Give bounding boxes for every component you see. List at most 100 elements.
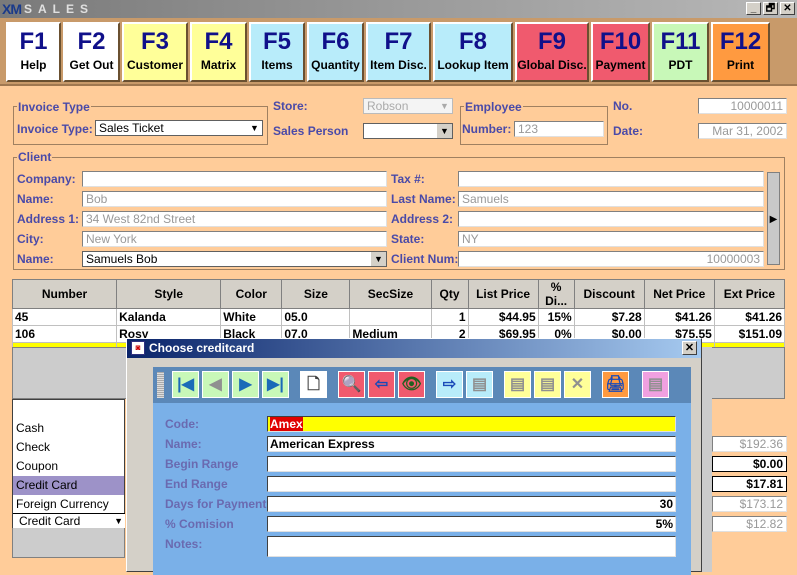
new-document-icon: 🗋 bbox=[307, 376, 320, 393]
table-cell[interactable]: $7.28 bbox=[573, 308, 645, 326]
edit-disabled-button[interactable]: ▤ bbox=[534, 371, 561, 398]
new-document-button[interactable]: 🗋 bbox=[300, 371, 327, 398]
form-field-code[interactable]: Amex bbox=[267, 416, 676, 432]
payment-option[interactable]: Check bbox=[13, 438, 124, 457]
fkey-f5-button[interactable]: F5 Items bbox=[249, 22, 305, 82]
column-header[interactable]: SecSize bbox=[349, 279, 432, 309]
view-button[interactable]: 👁 bbox=[398, 371, 425, 398]
column-header[interactable]: Color bbox=[220, 279, 283, 309]
last-record-button[interactable]: ▶| bbox=[262, 371, 289, 398]
invoice-type-select[interactable]: Sales Ticket ▼ bbox=[95, 120, 263, 136]
fkey-f4-button[interactable]: F4 Matrix bbox=[190, 22, 247, 82]
payment-type-select[interactable]: Credit Card ▼ bbox=[13, 513, 125, 528]
table-cell[interactable]: 1 bbox=[430, 308, 469, 326]
first-record-button[interactable]: |◀ bbox=[172, 371, 199, 398]
fkey-label: Help bbox=[20, 58, 47, 72]
print-button[interactable]: 🖨 bbox=[602, 371, 629, 398]
employee-number-field[interactable]: 123 bbox=[514, 121, 604, 137]
table-cell[interactable]: 15% bbox=[537, 308, 575, 326]
maximize-button[interactable]: 🗗 bbox=[763, 2, 778, 15]
exit-button[interactable]: ⇦ bbox=[368, 371, 395, 398]
payment-option[interactable]: Foreign Currency bbox=[13, 495, 124, 514]
table-row[interactable]: 45 Kalanda White 05.0 1 $44.95 15% $7.28 $41.26 $… bbox=[11, 308, 786, 326]
client-num-field[interactable]: 10000003 bbox=[458, 251, 764, 267]
table-cell[interactable]: 05.0 bbox=[281, 308, 351, 326]
form-field-notes[interactable] bbox=[267, 536, 676, 557]
column-header[interactable]: Number bbox=[11, 279, 118, 309]
form-field-name[interactable]: American Express bbox=[267, 436, 676, 452]
table-cell[interactable]: White bbox=[220, 308, 283, 326]
form-field-end-range[interactable] bbox=[267, 476, 676, 492]
report-disabled-button[interactable]: ▤ bbox=[642, 371, 669, 398]
form-field-comision[interactable]: 5% bbox=[267, 516, 676, 532]
search-button[interactable]: 🔍 bbox=[338, 371, 365, 398]
column-header[interactable]: Style bbox=[116, 279, 222, 309]
sales-person-label: Sales Person bbox=[273, 124, 349, 138]
fkey-f1-button[interactable]: F1 Help bbox=[6, 22, 61, 82]
address2-field[interactable] bbox=[458, 211, 764, 227]
column-header[interactable]: % Di... bbox=[537, 279, 575, 309]
store-select[interactable]: Robson ▼ bbox=[363, 98, 453, 114]
expand-client-button[interactable]: ▶ bbox=[767, 172, 780, 265]
column-header[interactable]: Discount bbox=[573, 279, 645, 309]
form-field-days-for-payment[interactable]: 30 bbox=[267, 496, 676, 512]
fkey-number: F5 bbox=[262, 28, 291, 55]
save-disabled-button[interactable]: ▤ bbox=[504, 371, 531, 398]
table-cell[interactable]: 45 bbox=[11, 308, 118, 326]
fkey-f8-button[interactable]: F8 Lookup Item bbox=[433, 22, 513, 82]
copy-disabled-button[interactable]: ▤ bbox=[466, 371, 493, 398]
fkey-f12-button[interactable]: F12 Print bbox=[711, 22, 770, 82]
table-cell[interactable]: $44.95 bbox=[467, 308, 539, 326]
fkey-f2-button[interactable]: F2 Get Out bbox=[63, 22, 120, 82]
column-header[interactable]: Size bbox=[281, 279, 351, 309]
sales-person-select[interactable]: ▼ bbox=[363, 123, 453, 139]
store-label: Store: bbox=[273, 99, 308, 113]
total-field: $173.12 bbox=[712, 496, 787, 512]
invoice-no-field[interactable]: 10000011 bbox=[698, 98, 787, 114]
column-header[interactable]: List Price bbox=[467, 279, 539, 309]
fkey-f10-button[interactable]: F10 Payment bbox=[591, 22, 650, 82]
fkey-number: F1 bbox=[19, 28, 48, 55]
dialog-title-bar[interactable]: ◙ Choose creditcard ✕ bbox=[127, 339, 701, 358]
toolbar-grip[interactable] bbox=[157, 372, 164, 398]
form-field-begin-range[interactable] bbox=[267, 456, 676, 472]
table-cell[interactable]: $41.26 bbox=[713, 308, 786, 326]
fkey-f6-button[interactable]: F6 Quantity bbox=[307, 22, 364, 82]
payment-option[interactable]: Coupon bbox=[13, 457, 124, 476]
payment-option[interactable]: Cash bbox=[13, 419, 124, 438]
company-field[interactable] bbox=[82, 171, 387, 187]
client-name-select[interactable]: Samuels Bob ▼ bbox=[82, 251, 387, 267]
column-header[interactable]: Net Price bbox=[643, 279, 715, 309]
state-field[interactable]: NY bbox=[458, 231, 764, 247]
address1-field[interactable]: 34 West 82nd Street bbox=[82, 211, 387, 227]
tax-total-field[interactable]: $17.81 bbox=[712, 476, 787, 492]
payment-option[interactable]: Credit Card bbox=[13, 476, 124, 495]
close-button[interactable]: ✕ bbox=[780, 2, 795, 15]
fkey-f9-button[interactable]: F9 Global Disc. bbox=[515, 22, 589, 82]
table-cell[interactable]: Kalanda bbox=[116, 308, 222, 326]
fkey-f7-button[interactable]: F7 Item Disc. bbox=[366, 22, 431, 82]
import-icon: ⇨ bbox=[442, 376, 457, 393]
last-name-field[interactable]: Samuels bbox=[458, 191, 764, 207]
first-name-field[interactable]: Bob bbox=[82, 191, 387, 207]
table-cell[interactable]: 106 bbox=[11, 325, 118, 343]
delete-disabled-button[interactable]: ✕ bbox=[564, 371, 591, 398]
table-cell[interactable] bbox=[349, 308, 432, 326]
global-discount-field[interactable]: $0.00 bbox=[712, 456, 787, 472]
table-cell[interactable]: $41.26 bbox=[643, 308, 715, 326]
column-header[interactable]: Qty bbox=[430, 279, 469, 309]
import-button[interactable]: ⇨ bbox=[436, 371, 463, 398]
fkey-f3-button[interactable]: F3 Customer bbox=[122, 22, 188, 82]
previous-record-button[interactable]: ◀ bbox=[202, 371, 229, 398]
app-title: SALES bbox=[24, 2, 95, 16]
table-cell[interactable]: $151.09 bbox=[713, 325, 786, 343]
city-field[interactable]: New York bbox=[82, 231, 387, 247]
tax-field[interactable] bbox=[458, 171, 764, 187]
column-header[interactable]: Ext Price bbox=[713, 279, 786, 309]
dialog-close-button[interactable]: ✕ bbox=[682, 341, 697, 355]
minimize-button[interactable]: _ bbox=[746, 2, 761, 15]
date-field[interactable]: Mar 31, 2002 bbox=[698, 123, 787, 139]
next-record-button[interactable]: ▶ bbox=[232, 371, 259, 398]
date-label: Date: bbox=[613, 124, 644, 138]
fkey-f11-button[interactable]: F11 PDT bbox=[652, 22, 709, 82]
